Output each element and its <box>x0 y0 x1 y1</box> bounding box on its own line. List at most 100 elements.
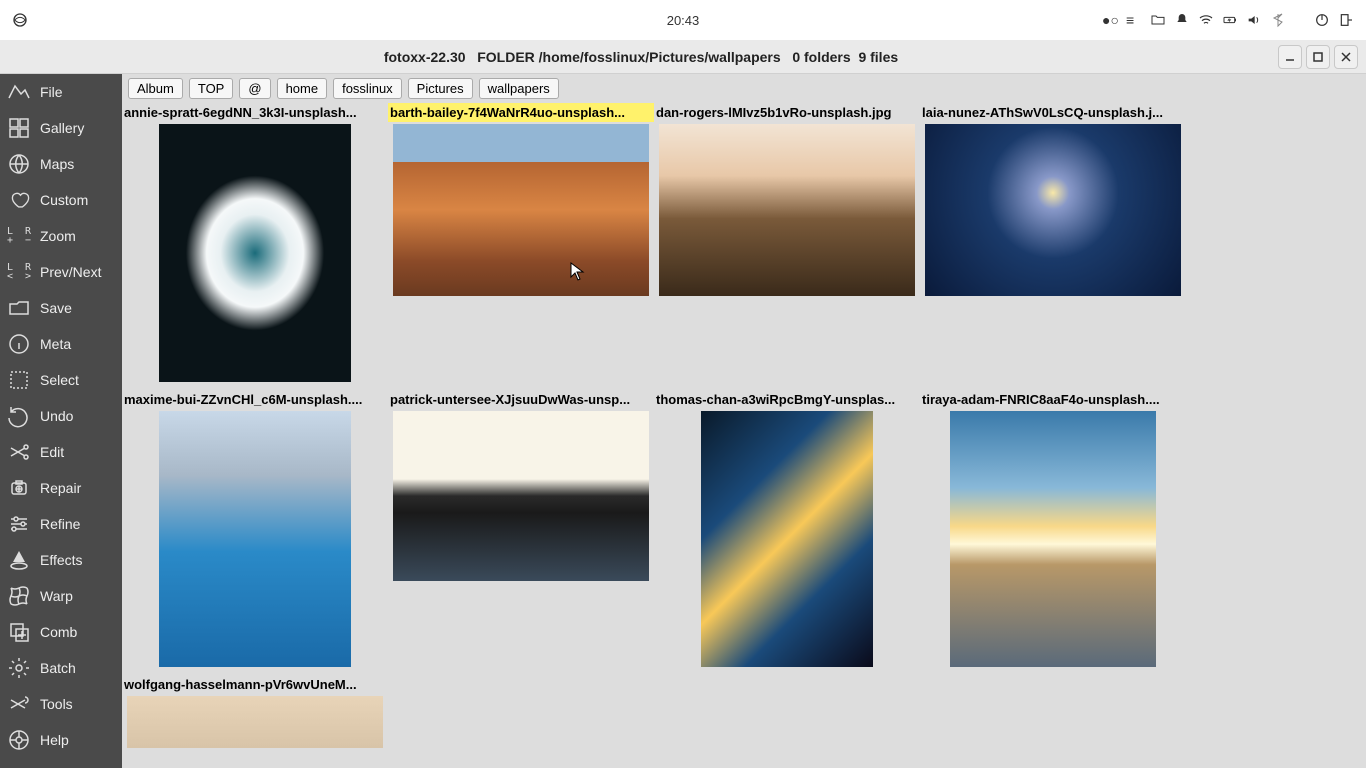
thumbnail-image-wrap <box>920 122 1186 304</box>
thumbnail-filename: thomas-chan-a3wiRpcBmgY-unsplas... <box>654 390 920 409</box>
logout-icon[interactable] <box>1338 12 1354 28</box>
sidebar-item-batch[interactable]: Batch <box>0 650 122 686</box>
sidebar-item-label: Tools <box>40 696 73 712</box>
sidebar-item-refine[interactable]: Refine <box>0 506 122 542</box>
wifi-icon[interactable] <box>1198 12 1214 28</box>
battery-charging-icon[interactable] <box>1222 12 1238 28</box>
sidebar-item-label: File <box>40 84 63 100</box>
thumbnail-image[interactable] <box>659 124 915 296</box>
gallery-content: Album TOP@ homefosslinux Pictures wallpapers… <box>122 74 1366 768</box>
thumbnail-filename: patrick-untersee-XJjsuuDwWas-unsp... <box>388 390 654 409</box>
sidebar-item-tools[interactable]: Tools <box>0 686 122 722</box>
menu-icon[interactable]: ≡ <box>1126 12 1142 28</box>
sidebar-item-custom[interactable]: Custom <box>0 182 122 218</box>
effects-icon <box>6 547 32 573</box>
system-top-bar: 20:43 ●○ ≡ <box>0 0 1366 40</box>
breadcrumb-top[interactable]: TOP <box>189 78 234 99</box>
bluetooth-icon[interactable] <box>1270 12 1286 28</box>
thumbnail-cell[interactable]: tiraya-adam-FNRIC8aaF4o-unsplash.... <box>920 390 1186 675</box>
thumbnail-image-wrap <box>122 694 388 756</box>
edit-icon <box>6 439 32 465</box>
sidebar: File Gallery MapsCustomL R+ −ZoomL R< >Pre… <box>0 74 122 768</box>
thumbnail-filename: wolfgang-hasselmann-pVr6wvUneM... <box>122 675 388 694</box>
thumbnail-cell[interactable]: dan-rogers-lMIvz5b1vRo-unsplash.jpg <box>654 103 920 304</box>
sidebar-item-label: Undo <box>40 408 73 424</box>
breadcrumb-@[interactable]: @ <box>239 78 270 99</box>
sidebar-item-maps[interactable]: Maps <box>0 146 122 182</box>
sidebar-item-label: Warp <box>40 588 73 604</box>
sidebar-item-comb[interactable]: Comb <box>0 614 122 650</box>
gallery-icon <box>6 115 32 141</box>
save-icon <box>6 295 32 321</box>
sidebar-item-gallery[interactable]: Gallery <box>0 110 122 146</box>
thumbnail-cell[interactable]: annie-spratt-6egdNN_3k3I-unsplash... <box>122 103 388 390</box>
thumbnail-image[interactable] <box>159 411 351 667</box>
sidebar-item-select[interactable]: Select <box>0 362 122 398</box>
maps-icon <box>6 151 32 177</box>
thumbnail-cell[interactable]: laia-nunez-AThSwV0LsCQ-unsplash.j... <box>920 103 1186 304</box>
thumbnail-image-wrap <box>388 409 654 589</box>
thumbnail-image-wrap <box>122 122 388 390</box>
volume-icon[interactable] <box>1246 12 1262 28</box>
thumbnail-image[interactable] <box>701 411 873 667</box>
activities-icon[interactable] <box>12 12 28 28</box>
bell-icon[interactable] <box>1174 12 1190 28</box>
file-icon <box>6 79 32 105</box>
thumbnail-cell[interactable]: maxime-bui-ZZvnCHl_c6M-unsplash.... <box>122 390 388 675</box>
thumbnail-grid: annie-spratt-6egdNN_3k3I-unsplash...bart… <box>122 103 1366 768</box>
thumbnail-filename: barth-bailey-7f4WaNrR4uo-unsplash... <box>388 103 654 122</box>
window-minimize-button[interactable] <box>1278 45 1302 69</box>
sidebar-item-help[interactable]: Help <box>0 722 122 758</box>
breadcrumb-album[interactable]: Album <box>128 78 183 99</box>
window-close-button[interactable] <box>1334 45 1358 69</box>
select-icon <box>6 367 32 393</box>
sidebar-item-prevnext[interactable]: L R< >Prev/Next <box>0 254 122 290</box>
thumbnail-image[interactable] <box>127 696 383 748</box>
thumbnail-image-wrap <box>122 409 388 675</box>
thumbnail-image-wrap <box>388 122 654 304</box>
record-icon[interactable]: ●○ <box>1102 12 1118 28</box>
sidebar-item-zoom[interactable]: L R+ −Zoom <box>0 218 122 254</box>
sidebar-item-label: Select <box>40 372 79 388</box>
system-clock[interactable]: 20:43 <box>455 13 911 28</box>
thumbnail-filename: laia-nunez-AThSwV0LsCQ-unsplash.j... <box>920 103 1186 122</box>
warp-icon <box>6 583 32 609</box>
meta-icon <box>6 331 32 357</box>
files-icon[interactable] <box>1150 12 1166 28</box>
thumbnail-filename: dan-rogers-lMIvz5b1vRo-unsplash.jpg <box>654 103 920 122</box>
thumbnail-image[interactable] <box>925 124 1181 296</box>
sidebar-item-label: Meta <box>40 336 71 352</box>
undo-icon <box>6 403 32 429</box>
thumbnail-image[interactable] <box>159 124 351 382</box>
tools-icon <box>6 691 32 717</box>
sidebar-item-effects[interactable]: Effects <box>0 542 122 578</box>
sidebar-item-file[interactable]: File <box>0 74 122 110</box>
thumbnail-image[interactable] <box>393 411 649 581</box>
breadcrumb-home[interactable]: home <box>277 78 328 99</box>
batch-icon <box>6 655 32 681</box>
breadcrumb-wallpapers[interactable]: wallpapers <box>479 78 559 99</box>
sidebar-item-undo[interactable]: Undo <box>0 398 122 434</box>
sidebar-item-repair[interactable]: Repair <box>0 470 122 506</box>
thumbnail-cell[interactable]: patrick-untersee-XJjsuuDwWas-unsp... <box>388 390 654 589</box>
sidebar-item-save[interactable]: Save <box>0 290 122 326</box>
power-icon[interactable] <box>1314 12 1330 28</box>
sidebar-item-warp[interactable]: Warp <box>0 578 122 614</box>
thumbnail-image[interactable] <box>950 411 1156 667</box>
sidebar-item-edit[interactable]: Edit <box>0 434 122 470</box>
thumbnail-cell[interactable]: barth-bailey-7f4WaNrR4uo-unsplash... <box>388 103 654 304</box>
thumbnail-image[interactable] <box>393 124 649 296</box>
sidebar-item-label: Gallery <box>40 120 84 136</box>
sidebar-item-meta[interactable]: Meta <box>0 326 122 362</box>
breadcrumb-pictures[interactable]: Pictures <box>408 78 473 99</box>
sidebar-item-label: Effects <box>40 552 83 568</box>
sidebar-item-label: Save <box>40 300 72 316</box>
custom-icon <box>6 187 32 213</box>
sidebar-item-label: Comb <box>40 624 77 640</box>
window-maximize-button[interactable] <box>1306 45 1330 69</box>
thumbnail-cell[interactable]: thomas-chan-a3wiRpcBmgY-unsplas... <box>654 390 920 675</box>
repair-icon <box>6 475 32 501</box>
thumbnail-cell[interactable]: wolfgang-hasselmann-pVr6wvUneM... <box>122 675 388 756</box>
breadcrumb-fosslinux[interactable]: fosslinux <box>333 78 402 99</box>
thumbnail-filename: tiraya-adam-FNRIC8aaF4o-unsplash.... <box>920 390 1186 409</box>
